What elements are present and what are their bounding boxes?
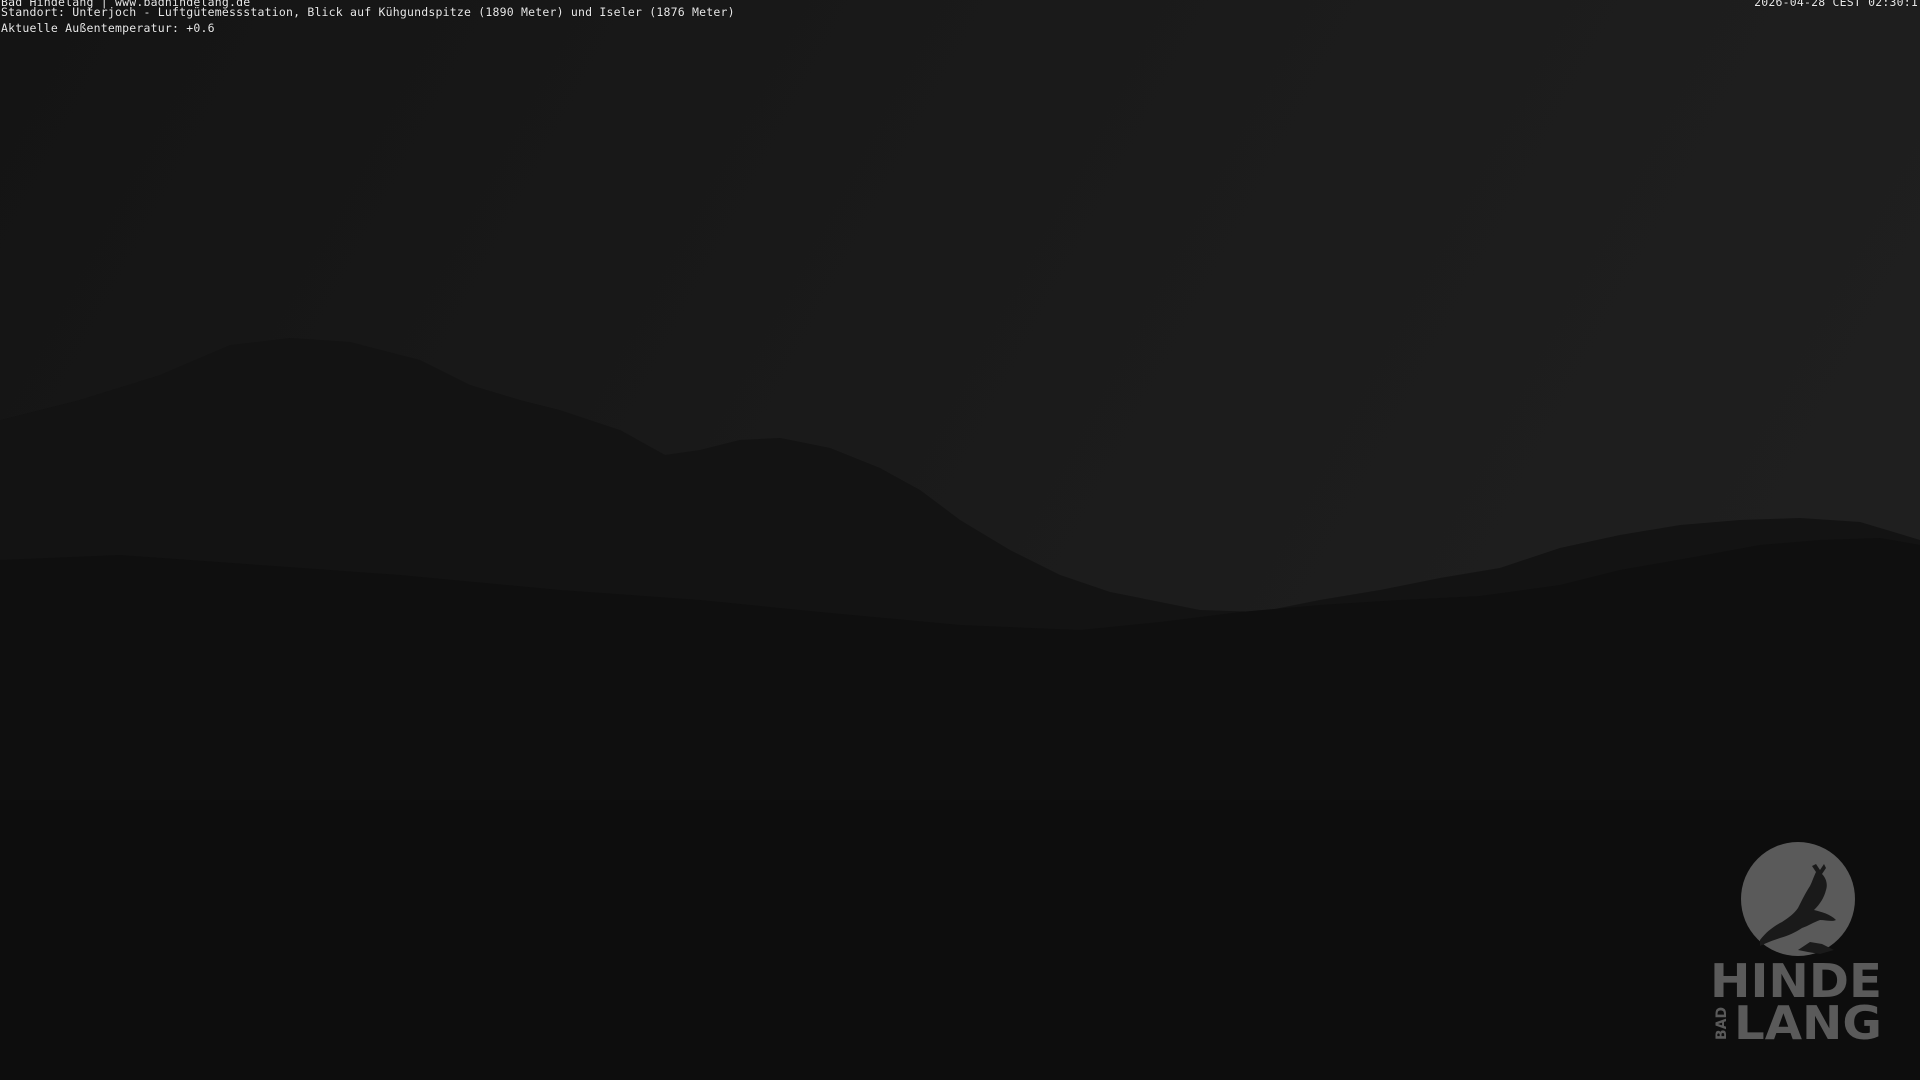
logo-word-lang: LANG xyxy=(1734,996,1882,1044)
temperature-caption: Aktuelle Außentemperatur: +0.6 xyxy=(1,21,215,35)
logo-circle xyxy=(1741,842,1855,956)
logo-word-bad: BAD xyxy=(1714,1007,1730,1040)
location-caption: Standort: Unterjoch - Luftgütemessstatio… xyxy=(1,5,735,19)
valley-floor xyxy=(0,800,1920,1080)
timestamp: 2026-04-28 CEST 02:30:1 xyxy=(1754,0,1918,9)
bad-hindelang-logo: HINDE LANG BAD xyxy=(1710,842,1882,1044)
webcam-night-scene xyxy=(0,0,1920,1080)
